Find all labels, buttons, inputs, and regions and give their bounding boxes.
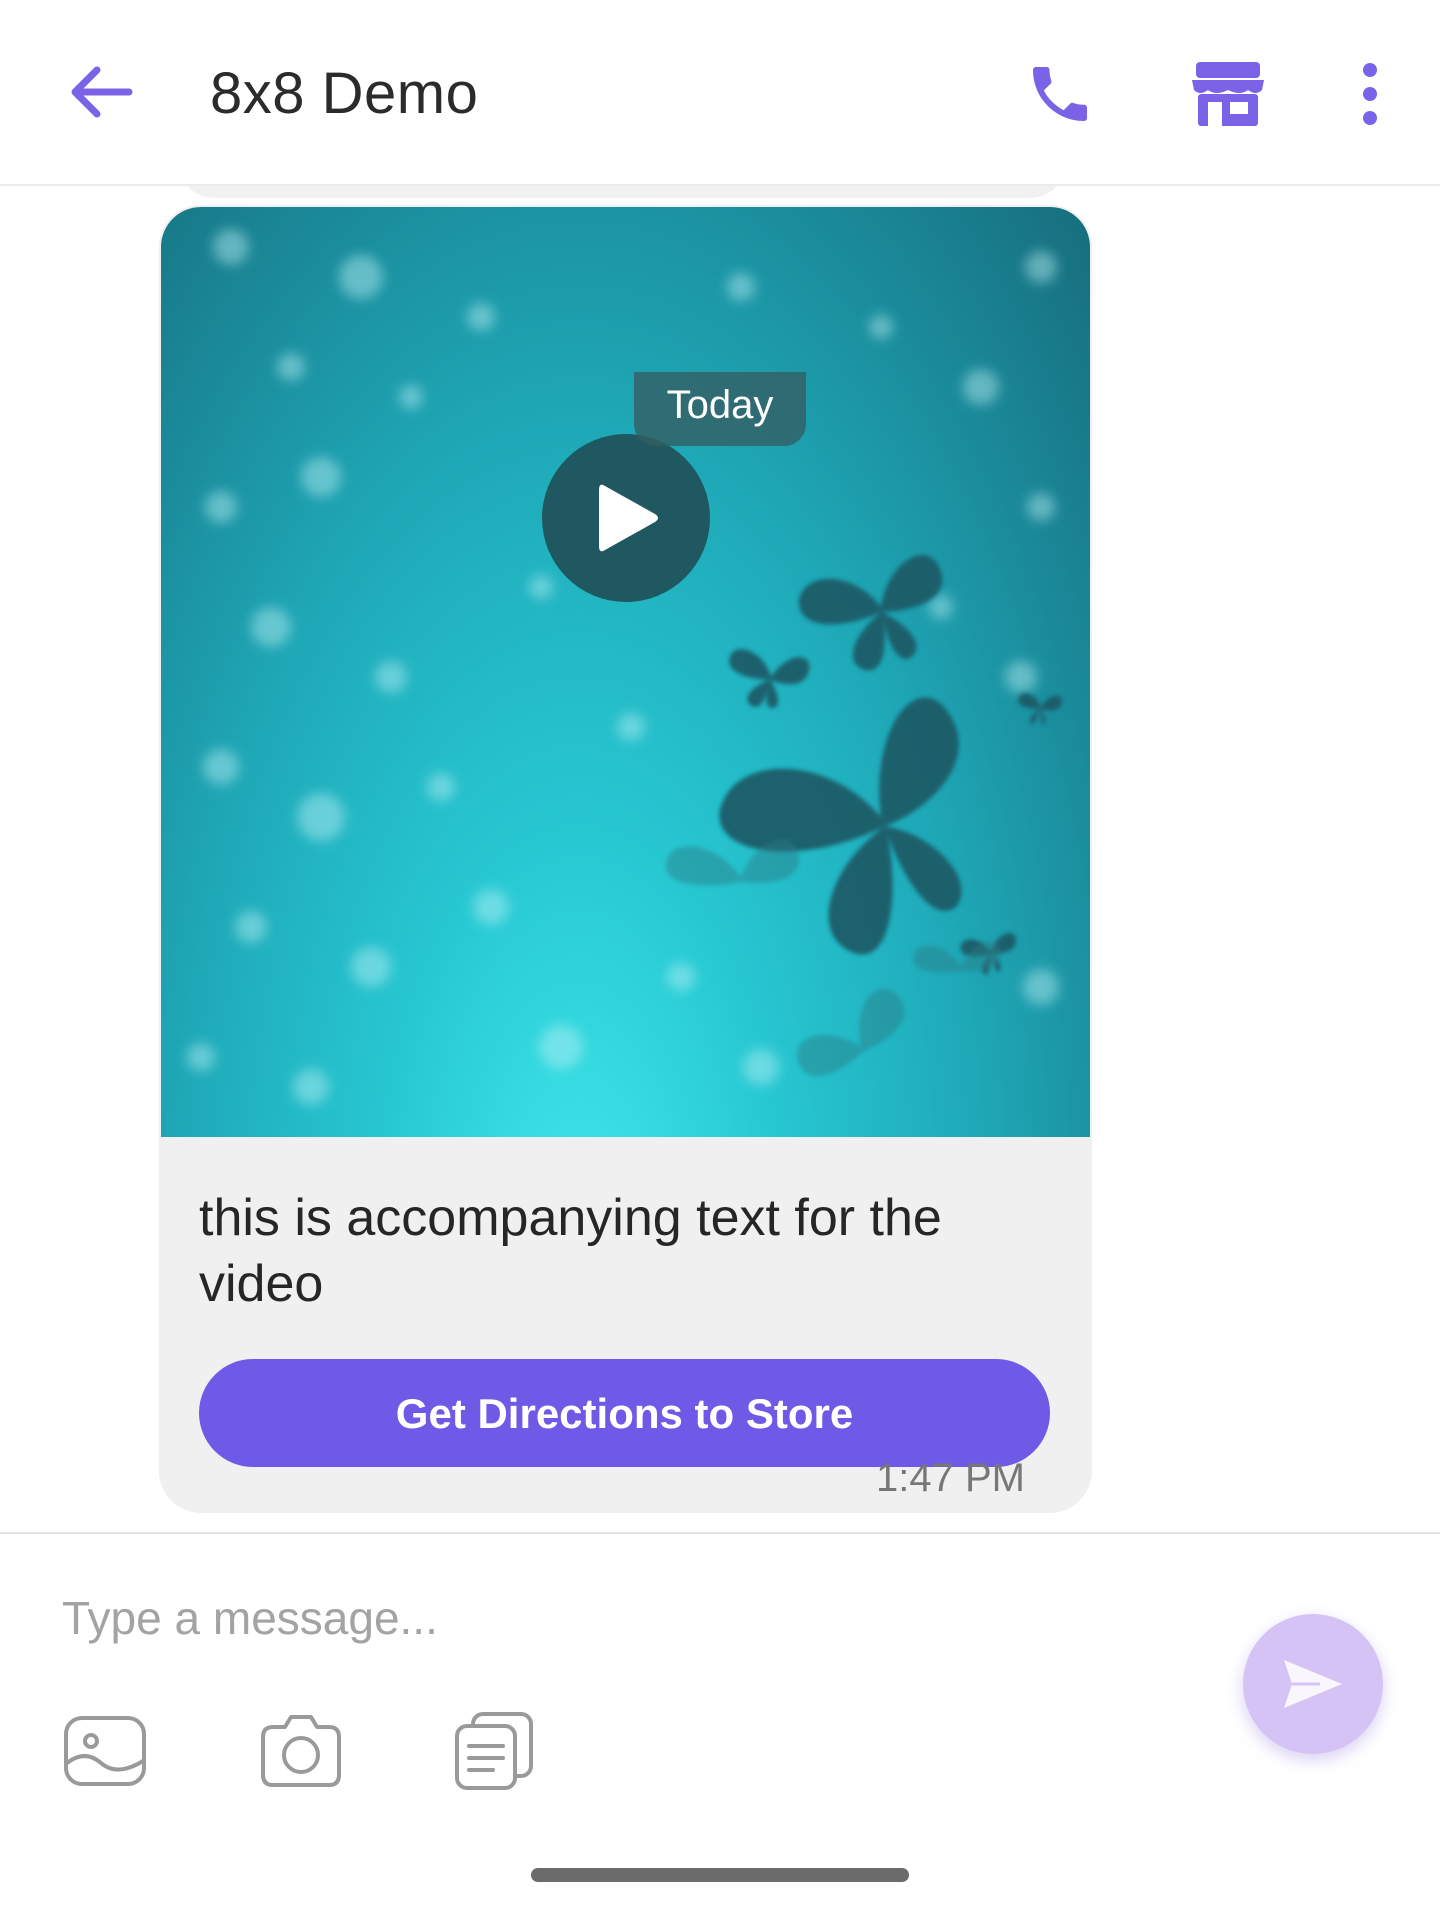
video-thumbnail[interactable] bbox=[161, 207, 1090, 1137]
back-arrow-icon bbox=[71, 66, 133, 118]
phone-icon bbox=[1033, 67, 1087, 121]
store-button[interactable] bbox=[1186, 52, 1270, 136]
camera-icon bbox=[261, 1715, 341, 1787]
send-icon bbox=[1284, 1660, 1342, 1708]
date-separator: Today bbox=[634, 372, 806, 446]
message-timestamp: 1:47 PM bbox=[876, 1456, 1025, 1500]
chat-screen: 8x8 Demo this is accompanying text for t… bbox=[0, 0, 1440, 1918]
gallery-button[interactable] bbox=[60, 1706, 150, 1796]
store-icon bbox=[1192, 62, 1264, 126]
butterflies-image bbox=[187, 229, 1063, 1105]
get-directions-button[interactable]: Get Directions to Store bbox=[199, 1359, 1050, 1467]
templates-icon bbox=[455, 1712, 533, 1790]
message-caption: this is accompanying text for the video bbox=[199, 1189, 942, 1313]
call-button[interactable] bbox=[1018, 52, 1102, 136]
camera-button[interactable] bbox=[256, 1706, 346, 1796]
send-button[interactable] bbox=[1243, 1614, 1383, 1754]
back-button[interactable] bbox=[60, 52, 140, 132]
message-list[interactable]: this is accompanying text for the video … bbox=[0, 186, 1440, 1532]
message-input[interactable] bbox=[62, 1580, 1162, 1656]
gallery-icon bbox=[64, 1716, 146, 1786]
home-indicator[interactable] bbox=[531, 1868, 909, 1882]
previous-message-edge bbox=[178, 186, 1066, 198]
more-vertical-icon bbox=[1363, 63, 1377, 125]
rich-card-message: this is accompanying text for the video … bbox=[159, 205, 1092, 1513]
templates-button[interactable] bbox=[450, 1706, 540, 1796]
app-header: 8x8 Demo bbox=[0, 0, 1440, 186]
play-button[interactable] bbox=[542, 434, 710, 602]
play-icon bbox=[599, 484, 658, 552]
composer-divider bbox=[0, 1532, 1440, 1534]
more-options-button[interactable] bbox=[1328, 52, 1412, 136]
conversation-title: 8x8 Demo bbox=[210, 61, 479, 126]
